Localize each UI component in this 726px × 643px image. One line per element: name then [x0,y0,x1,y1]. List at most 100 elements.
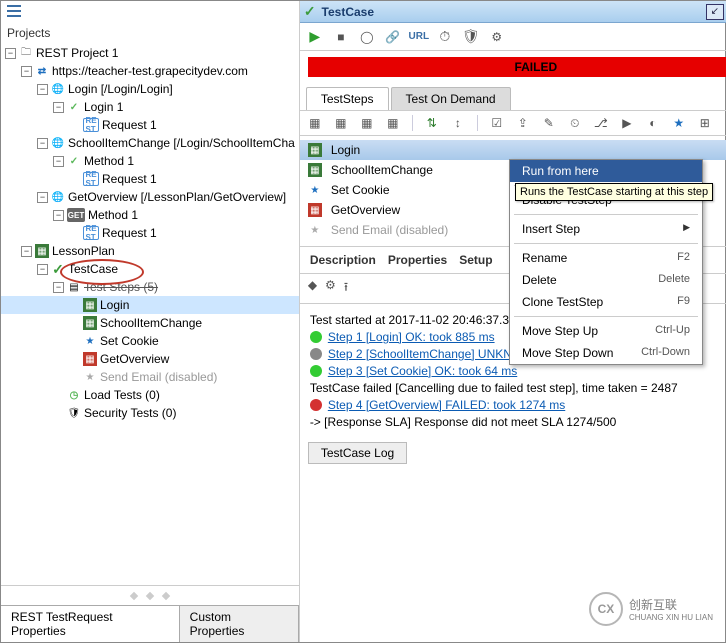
groovy-icon[interactable]: ✎ [540,114,558,132]
globe-icon: 🌐 [51,190,65,204]
step-school-node[interactable]: ▦SchoolItemChange [1,314,299,332]
branch-icon[interactable]: ⎇ [592,114,610,132]
host-node[interactable]: −⇄https://teacher-test.grapecitydev.com [1,62,299,80]
tab-custom-properties[interactable]: Custom Properties [180,606,299,642]
collapse-icon[interactable]: − [53,102,64,113]
log-line[interactable]: Step 3 [Set Cookie] OK: took 64 ms [310,364,726,378]
resource-node[interactable]: −🌐SchoolItemChange [/Login/SchoolItemCha [1,134,299,152]
step-cookie-node[interactable]: ★Set Cookie [1,332,299,350]
collapse-icon[interactable]: − [53,282,64,293]
watermark: CX 创新互联 CHUANG XIN HU LIAN [589,592,713,626]
node-label: Request 1 [102,118,157,132]
globe-icon: 🌐 [51,82,65,96]
step-icon[interactable]: ▦ [384,114,402,132]
ctx-clone[interactable]: Clone TestStepF9 [510,291,702,313]
tab-teststeps[interactable]: TestSteps [306,87,389,110]
run-button[interactable]: ▶ [306,28,324,46]
method-node[interactable]: −✓Login 1 [1,98,299,116]
tab-properties[interactable]: Properties [388,253,447,267]
move-down-icon[interactable]: ↕ [449,114,467,132]
node-label: Security Tests (0) [84,406,176,420]
method-node[interactable]: −✓Method 1 [1,152,299,170]
ctx-delete[interactable]: DeleteDelete [510,269,702,291]
splitter[interactable] [1,585,299,605]
tab-testcase-log[interactable]: TestCase Log [308,442,407,464]
ctx-rename[interactable]: RenameF2 [510,247,702,269]
star-icon[interactable]: ★ [670,114,688,132]
resource-node[interactable]: −🌐GetOverview [/LessonPlan/GetOverview] [1,188,299,206]
ctx-insert-step[interactable]: Insert Step [510,218,702,240]
node-label: Request 1 [102,226,157,240]
testcase-node[interactable]: −✓TestCase [1,260,299,278]
step-getov-node[interactable]: ▦GetOverview [1,350,299,368]
sectests-node[interactable]: 🛡Security Tests (0) [1,404,299,422]
step-label: GetOverview [331,203,400,217]
step-label: Login [331,143,360,157]
log-line: -> [Response SLA] Response did not meet … [310,415,726,429]
rest-step-icon[interactable]: ▦ [332,114,350,132]
step-icon[interactable]: ▦ [358,114,376,132]
node-label: https://teacher-test.grapecitydev.com [52,64,248,78]
ctx-move-down[interactable]: Move Step DownCtrl-Down [510,342,702,364]
open-url-button[interactable]: 🔗 [384,28,402,46]
star-icon: ★ [308,223,322,237]
gear-icon[interactable]: ⚙ [488,28,506,46]
mock-icon[interactable]: ◎ [722,114,726,132]
clock-icon[interactable]: ⊞ [696,114,714,132]
move-up-icon[interactable]: ⇅ [423,114,441,132]
project-tree[interactable]: −REST Project 1 −⇄https://teacher-test.g… [1,42,299,585]
resource-node[interactable]: −🌐Login [/Login/Login] [1,80,299,98]
transfer-icon[interactable]: ☑ [488,114,506,132]
testsuite-node[interactable]: −▦LessonPlan [1,242,299,260]
log-line[interactable]: Step 4 [GetOverview] FAILED: took 1274 m… [310,398,726,412]
tab-description[interactable]: Description [310,253,376,267]
tab-rest-properties[interactable]: REST TestRequest Properties [1,606,180,642]
run-tc-icon[interactable]: ▶ [618,114,636,132]
minimize-button[interactable]: ↙ [706,4,724,20]
collapse-icon[interactable]: − [21,66,32,77]
tab-testondemand[interactable]: Test On Demand [391,87,511,110]
window-titlebar: ✓ TestCase ↙ ⤢ ⨉ [300,1,726,23]
delay-icon[interactable]: ⏲ [566,114,584,132]
ctx-move-up[interactable]: Move Step UpCtrl-Up [510,320,702,342]
collapse-icon[interactable]: − [37,84,48,95]
method-node[interactable]: −GETMethod 1 [1,206,299,224]
step-login-node[interactable]: ▦Login [1,296,299,314]
steps-toolbar: ▦ ▦ ▦ ▦ ⇅ ↕ ☑ ⇪ ✎ ⏲ ⎇ ▶ ◐ ★ ⊞ ◎ SOAP [300,110,726,136]
request-step-icon: ▦ [308,203,322,217]
upload-icon[interactable]: ⇪ [514,114,532,132]
request-node[interactable]: RESTRequest 1 [1,170,299,188]
clear-log-icon[interactable]: ◆ [308,278,317,299]
status-bar: FAILED [308,57,726,77]
teststeps-node[interactable]: −▤Test Steps (5) [1,278,299,296]
collapse-icon[interactable]: − [53,210,64,221]
watermark-logo-icon: CX [589,592,623,626]
ctx-run-from-here[interactable]: Run from here [510,160,702,182]
stop-button[interactable]: ■ [332,28,350,46]
step-sendemail-node[interactable]: ★Send Email (disabled) [1,368,299,386]
jdbc-icon[interactable]: ◐ [644,114,662,132]
request-node[interactable]: RESTRequest 1 [1,116,299,134]
request-node[interactable]: RESTRequest 1 [1,224,299,242]
request-step-icon: ▦ [83,298,97,312]
shield2-icon[interactable]: 🛡 [462,28,480,46]
step-login[interactable]: ▦Login [300,140,726,160]
collapse-icon[interactable]: − [37,264,48,275]
soap-step-icon[interactable]: ▦ [306,114,324,132]
collapse-icon[interactable]: − [37,138,48,149]
loadtests-node[interactable]: ◷Load Tests (0) [1,386,299,404]
collapse-icon[interactable]: − [5,48,16,59]
shield-icon[interactable]: ⏱ [436,28,454,46]
options-icon[interactable]: ⚙ [325,278,336,299]
collapse-icon[interactable]: − [21,246,32,257]
collapse-icon[interactable]: − [37,192,48,203]
tab-setup[interactable]: Setup [459,253,492,267]
project-node[interactable]: −REST Project 1 [1,44,299,62]
export-icon[interactable]: ⭱ [344,278,348,299]
node-label: Login 1 [84,100,123,114]
loop-button[interactable]: ◯ [358,28,376,46]
window-title: TestCase [322,5,702,19]
request-step-icon: ▦ [308,163,322,177]
menu-button[interactable] [1,1,299,24]
collapse-icon[interactable]: − [53,156,64,167]
